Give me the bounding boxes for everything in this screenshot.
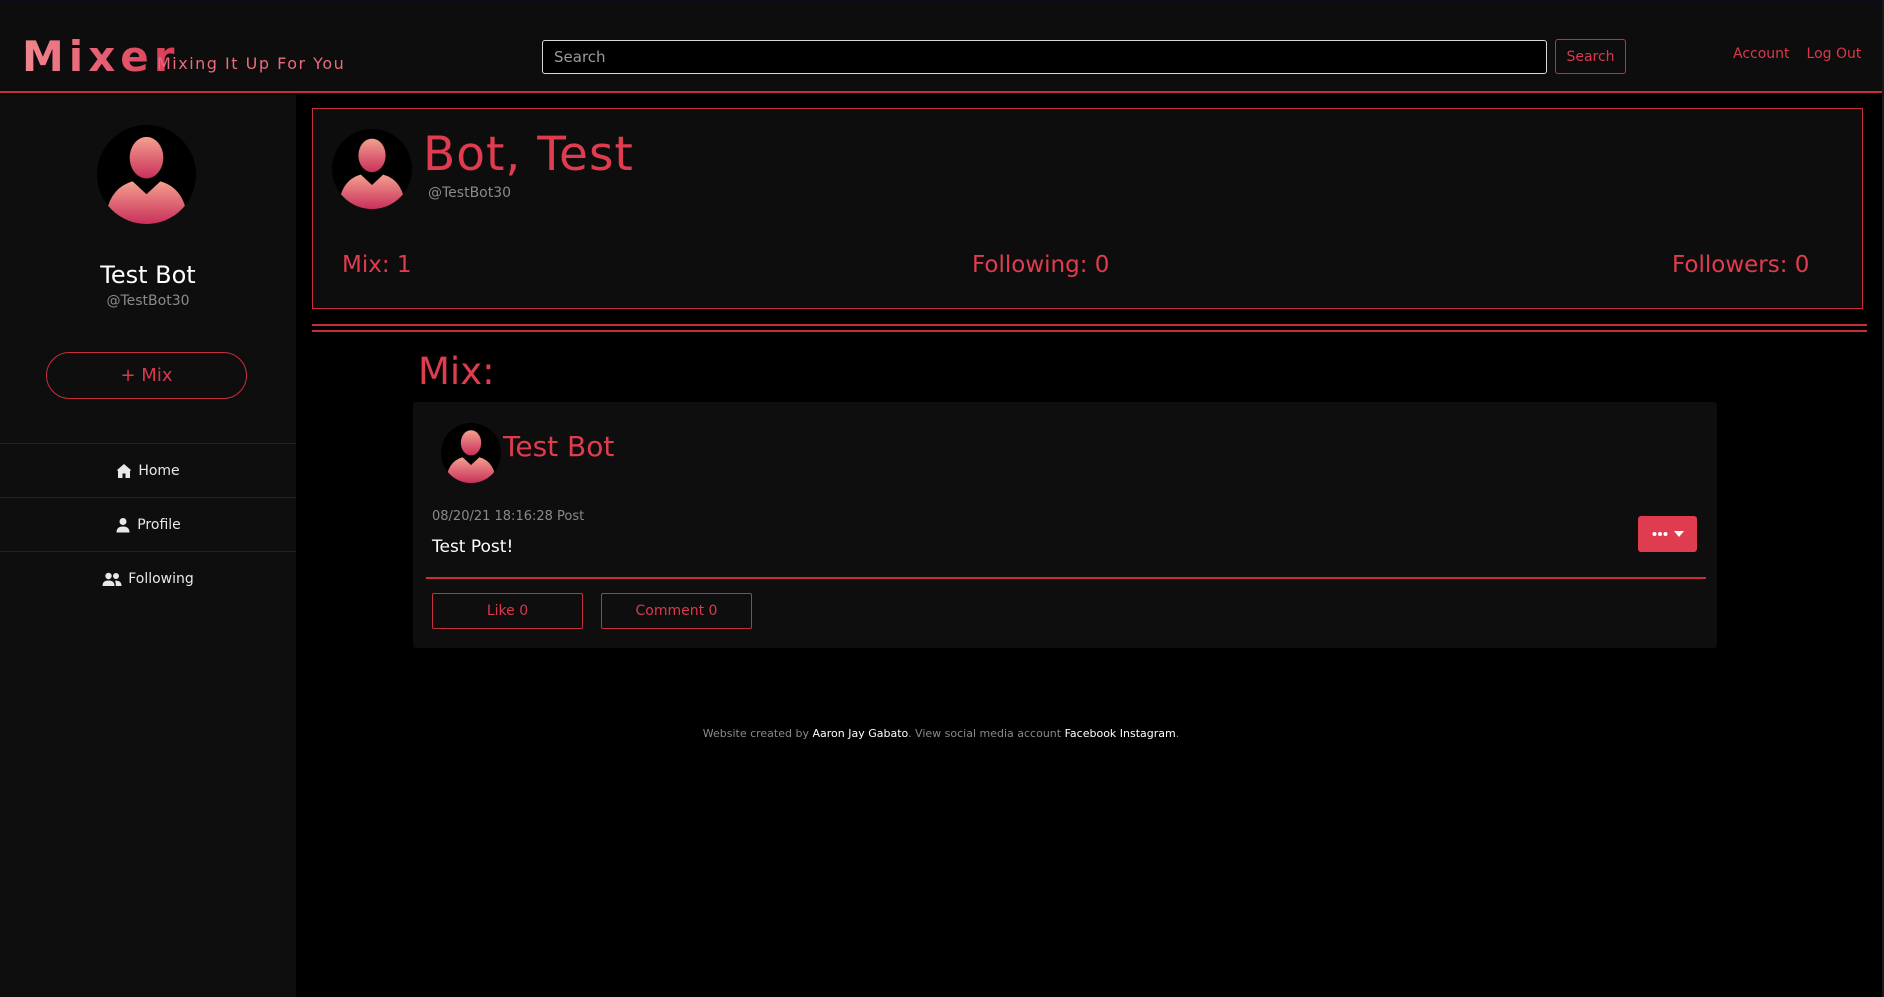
sidebar-item-label: Home	[138, 462, 180, 479]
comment-button[interactable]: Comment 0	[601, 593, 752, 629]
new-mix-button[interactable]: + Mix	[46, 352, 247, 399]
footer-text: .	[1175, 727, 1180, 740]
brand-tagline: Mixing It Up For You	[157, 54, 346, 73]
avatar[interactable]	[441, 423, 501, 483]
divider	[312, 330, 1867, 332]
profile-card: Bot, Test @TestBot30 Mix: 1 Following: 0…	[312, 108, 1863, 309]
top-navbar: Mixer Mixing It Up For You Search Accoun…	[0, 0, 1884, 93]
avatar[interactable]	[97, 125, 196, 224]
footer-text: . View social media account	[908, 727, 1062, 740]
logout-link[interactable]: Log Out	[1807, 46, 1862, 62]
profile-title: Bot, Test	[423, 127, 634, 182]
sidebar-item-home[interactable]: Home	[0, 443, 296, 497]
profile-handle: @TestBot30	[428, 185, 512, 201]
post-card: Test Bot 08/20/21 18:16:28 Post Test Pos…	[413, 402, 1717, 648]
search-input[interactable]	[542, 40, 1547, 74]
sidebar-user-handle: @TestBot30	[106, 293, 190, 309]
post-meta: 08/20/21 18:16:28 Post	[432, 509, 585, 524]
post-options-button[interactable]	[1638, 516, 1697, 552]
post-divider	[426, 577, 1706, 579]
sidebar-item-profile[interactable]: Profile	[0, 497, 296, 551]
brand-logo[interactable]: Mixer	[22, 32, 179, 81]
sidebar-user-name: Test Bot	[100, 261, 196, 289]
sidebar-item-following[interactable]: Following	[0, 551, 296, 605]
sidebar: Test Bot @TestBot30 + Mix Home Profile F…	[0, 95, 296, 997]
post-body: Test Post!	[432, 537, 514, 557]
users-icon	[102, 572, 122, 586]
sidebar-item-label: Profile	[137, 516, 181, 533]
caret-down-icon	[1673, 531, 1684, 537]
stat-followers-count[interactable]: Followers: 0	[1672, 252, 1809, 278]
nav-links: Account Log Out	[1733, 46, 1861, 62]
post-author[interactable]: Test Bot	[503, 430, 614, 463]
footer-author-link[interactable]: Aaron Jay Gabato	[812, 727, 908, 740]
avatar	[332, 129, 412, 209]
home-icon	[116, 463, 132, 478]
account-link[interactable]: Account	[1733, 46, 1790, 62]
more-icon	[1652, 532, 1667, 536]
search-button[interactable]: Search	[1555, 39, 1626, 74]
sidebar-nav: Home Profile Following	[0, 443, 296, 605]
divider	[312, 324, 1867, 326]
stat-mix-count[interactable]: Mix: 1	[342, 252, 412, 278]
sidebar-item-label: Following	[128, 570, 194, 587]
stat-following-count[interactable]: Following: 0	[972, 252, 1109, 278]
footer-text: Website created by	[702, 727, 809, 740]
user-icon	[116, 517, 130, 532]
facebook-link[interactable]: Facebook	[1065, 727, 1117, 740]
like-button[interactable]: Like 0	[432, 593, 583, 629]
footer: Website created by Aaron Jay Gabato. Vie…	[296, 727, 1586, 740]
instagram-link[interactable]: Instagram	[1120, 727, 1176, 740]
mix-heading: Mix:	[418, 350, 495, 393]
